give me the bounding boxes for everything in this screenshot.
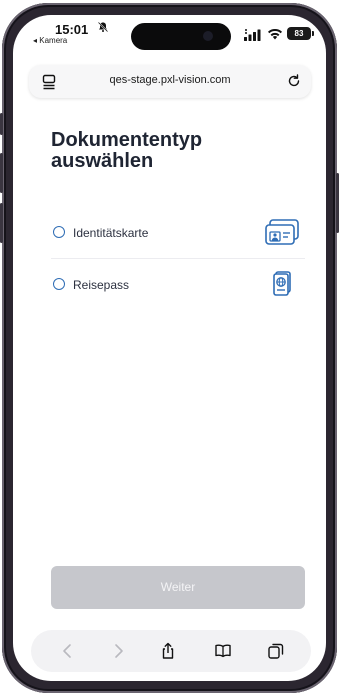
- phone-side-button: [0, 113, 3, 135]
- phone-volume-down: [0, 203, 3, 243]
- option-identity-card[interactable]: Identitätskarte: [51, 216, 305, 252]
- share-icon[interactable]: [159, 642, 177, 660]
- radio-passport[interactable]: [53, 278, 65, 290]
- battery-level: 83: [287, 27, 311, 40]
- phone-power-button: [336, 173, 339, 233]
- dynamic-island: [131, 23, 231, 50]
- phone-volume-up: [0, 153, 3, 193]
- back-to-app-link[interactable]: ◂ Kamera: [33, 36, 67, 45]
- bell-muted-icon: [97, 21, 109, 33]
- option-divider: [51, 258, 305, 259]
- reload-icon[interactable]: [287, 74, 301, 88]
- continue-button[interactable]: Weiter: [51, 566, 305, 609]
- option-passport[interactable]: Reisepass: [51, 268, 305, 304]
- wifi-icon: [268, 28, 282, 40]
- url-text[interactable]: qes-stage.pxl-vision.com: [29, 74, 311, 86]
- bookmarks-icon[interactable]: [214, 642, 232, 660]
- battery-tip: [312, 31, 314, 36]
- phone-screen: 15:01 ◂ Kamera 83 qes-stage.pxl-vision.c…: [13, 15, 326, 681]
- id-card-icon: [265, 219, 299, 245]
- option-label: Reisepass: [73, 278, 130, 292]
- page-title: Dokumententyp auswählen: [51, 129, 203, 172]
- tabs-icon[interactable]: [267, 642, 285, 660]
- back-arrow-icon[interactable]: [59, 642, 77, 660]
- cellular-signal-icon: [244, 29, 261, 41]
- front-camera: [203, 31, 213, 41]
- address-bar[interactable]: qes-stage.pxl-vision.com: [29, 65, 311, 98]
- browser-toolbar: [31, 630, 311, 672]
- forward-arrow-icon[interactable]: [109, 642, 127, 660]
- status-time: 15:01: [55, 22, 89, 37]
- option-label: Identitätskarte: [73, 226, 149, 240]
- radio-identity-card[interactable]: [53, 226, 65, 238]
- status-bar: 15:01 ◂ Kamera 83: [13, 15, 326, 55]
- passport-icon: [273, 271, 291, 296]
- phone-frame: 15:01 ◂ Kamera 83 qes-stage.pxl-vision.c…: [0, 3, 339, 693]
